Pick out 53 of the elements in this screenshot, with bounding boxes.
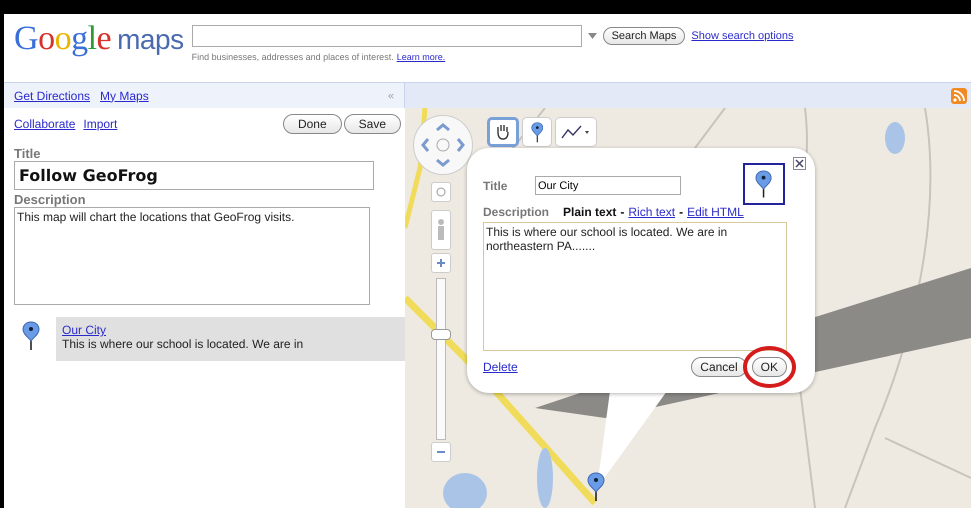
delete-link[interactable]: Delete	[483, 360, 518, 374]
place-link[interactable]: Our City	[62, 323, 399, 337]
panel-link[interactable]: Collaborate	[14, 117, 76, 131]
map-marker-icon	[587, 472, 605, 502]
plus-icon	[436, 258, 446, 268]
popup-button[interactable]: OK	[752, 357, 787, 377]
zoom-slider-thumb[interactable]	[431, 329, 451, 340]
search-field[interactable]	[192, 25, 582, 47]
nav-link[interactable]: Get Directions	[14, 88, 90, 102]
marker-tool-button[interactable]	[522, 117, 552, 147]
popup-description-label: Description	[483, 205, 550, 219]
panel-button[interactable]: Done	[282, 114, 342, 134]
close-button[interactable]	[793, 157, 806, 170]
separator-text: -	[620, 205, 624, 219]
line-drawing-icon	[561, 124, 591, 140]
panel-button[interactable]: Save	[344, 114, 401, 134]
person-icon	[436, 218, 446, 242]
panel-link[interactable]: Import	[83, 117, 118, 131]
format-option[interactable]: Edit HTML	[687, 205, 744, 219]
format-option[interactable]: Plain text	[563, 205, 616, 219]
placemark-title-field[interactable]: Our City	[535, 176, 681, 195]
marker-icon	[530, 122, 544, 142]
separator-text: -	[679, 205, 684, 219]
hand-icon	[495, 123, 511, 141]
place-list-item[interactable]: Our City This is where our school is located. We are in	[56, 317, 405, 361]
circle-icon	[436, 187, 446, 197]
zoom-in-button[interactable]	[431, 253, 451, 273]
zoom-slider[interactable]	[431, 278, 451, 440]
recenter-button[interactable]	[431, 182, 451, 202]
marker-style-button[interactable]	[743, 163, 785, 205]
nav-link[interactable]: My Maps	[100, 88, 149, 102]
popup-button[interactable]: Cancel	[691, 357, 747, 377]
place-marker-icon	[22, 321, 40, 351]
show-search-options-link[interactable]: Show search options	[691, 30, 794, 42]
learn-more-link[interactable]: Learn more.	[396, 52, 446, 62]
format-option[interactable]: Rich text	[628, 205, 676, 219]
placemark-description-field[interactable]: This is where our school is located. We are in northeastern PA.......	[483, 222, 787, 351]
map-title-field[interactable]: Follow GeoFrog	[14, 161, 374, 190]
street-view-pegman-button[interactable]	[431, 210, 451, 250]
description-label: Description	[14, 192, 87, 207]
search-hint: Find businesses, addresses and places of interest.	[192, 52, 394, 62]
place-snippet: This is where our school is located. We are in	[62, 337, 304, 351]
map-description-field[interactable]: This map will chart the locations that GeoFrog visits.	[14, 207, 370, 305]
rss-feed-icon[interactable]	[951, 88, 967, 104]
zoom-out-button[interactable]	[431, 442, 451, 462]
hand-tool-button[interactable]	[487, 117, 519, 147]
line-tool-button[interactable]	[555, 117, 597, 147]
search-maps-button[interactable]: Search Maps	[602, 27, 686, 45]
google-maps-logo[interactable]: Google maps	[14, 20, 184, 58]
popup-title-label: Title	[483, 178, 508, 192]
dropdown-caret-icon[interactable]	[588, 33, 597, 39]
title-label: Title	[14, 146, 42, 161]
marker-icon	[755, 170, 773, 198]
